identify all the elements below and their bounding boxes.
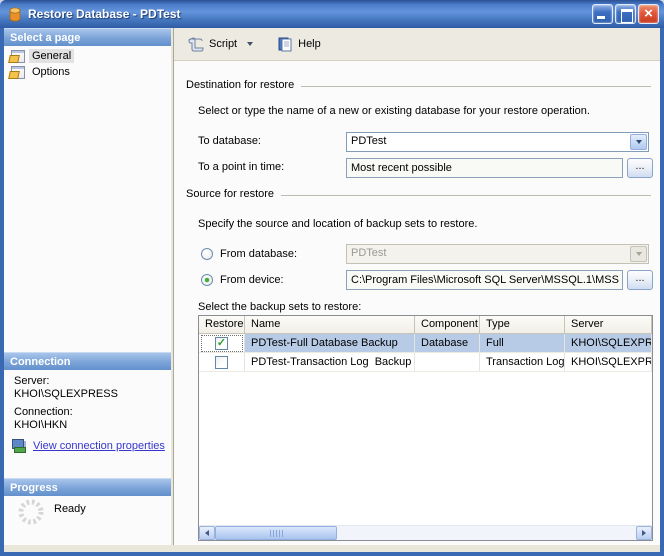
script-button-label: Script <box>209 38 238 50</box>
help-button-label: Help <box>298 38 321 50</box>
connection-label: Connection: <box>14 406 73 418</box>
from-device-browse-button[interactable]: ... <box>627 270 653 290</box>
restore-database-window: Restore Database - PDTest × Select a pag… <box>0 0 664 556</box>
progress-spinner-icon <box>18 499 44 525</box>
from-device-label: From device: <box>220 274 284 286</box>
sidebar-item-general[interactable]: General <box>7 48 75 64</box>
table-header-row: Restore Name Component Type Server <box>199 316 652 334</box>
connection-title: Connection <box>10 356 71 368</box>
server-value: KHOI\SQLEXPRESS <box>14 388 118 400</box>
from-database-radio[interactable] <box>201 248 213 260</box>
backup-sets-label: Select the backup sets to restore: <box>198 301 362 313</box>
sidebar: Select a page General Options Connection… <box>4 28 171 545</box>
point-in-time-browse-button[interactable]: ... <box>627 158 653 178</box>
table-row[interactable]: PDTest-Transaction Log Backup Transactio… <box>199 353 652 372</box>
script-button[interactable]: Script <box>182 32 242 56</box>
group-rule <box>281 194 651 196</box>
restore-cell: ✓ <box>199 334 245 352</box>
network-computers-icon <box>12 439 28 453</box>
arrow-right-icon <box>642 530 646 536</box>
column-header-name[interactable]: Name <box>245 316 415 333</box>
combo-dropdown-button[interactable] <box>630 134 647 150</box>
restore-checkbox-unchecked[interactable] <box>215 355 228 369</box>
destination-group-caption: Destination for restore <box>186 79 651 91</box>
to-database-value: PDTest <box>351 135 387 147</box>
sidebar-item-label: General <box>29 49 75 63</box>
name-cell: PDTest-Full Database Backup <box>245 334 415 352</box>
component-cell <box>415 353 480 371</box>
sidebar-item-options[interactable]: Options <box>7 64 73 80</box>
server-cell: KHOI\SQLEXPRESS <box>565 353 652 371</box>
type-cell: Full <box>480 334 565 352</box>
progress-status: Ready <box>54 503 86 515</box>
source-group-caption: Source for restore <box>186 188 651 200</box>
select-a-page-header: Select a page <box>4 28 171 46</box>
minimize-button[interactable] <box>592 4 613 24</box>
scroll-left-button[interactable] <box>199 526 215 540</box>
component-cell: Database <box>415 334 480 352</box>
main-panel: Script Help Destination for restore Sele… <box>173 28 660 545</box>
titlebar: Restore Database - PDTest × <box>0 0 664 28</box>
connection-value: KHOI\HKN <box>14 419 68 431</box>
column-header-restore[interactable]: Restore <box>199 316 245 333</box>
script-dropdown-button[interactable] <box>242 32 258 56</box>
from-database-combobox: PDTest <box>346 244 649 264</box>
chevron-down-icon <box>247 42 254 46</box>
from-database-label: From database: <box>220 248 298 260</box>
restore-checkbox-checked[interactable]: ✓ <box>215 336 228 350</box>
horizontal-scrollbar[interactable] <box>199 525 652 540</box>
server-cell: KHOI\SQLEXPRESS <box>565 334 652 352</box>
arrow-left-icon <box>205 530 209 536</box>
page-icon <box>9 49 25 63</box>
connection-header: Connection <box>4 352 171 370</box>
column-header-type[interactable]: Type <box>480 316 565 333</box>
chevron-down-icon <box>635 252 642 256</box>
from-device-radio[interactable] <box>201 274 213 286</box>
to-database-combobox[interactable]: PDTest <box>346 132 649 152</box>
database-icon <box>9 7 21 21</box>
scrollbar-track[interactable] <box>215 526 636 540</box>
destination-group-label: Destination for restore <box>186 79 295 91</box>
scrollbar-thumb[interactable] <box>215 526 337 540</box>
name-cell: PDTest-Transaction Log Backup <box>245 353 415 371</box>
select-a-page-title: Select a page <box>10 32 81 44</box>
type-cell: Transaction Log <box>480 353 565 371</box>
destination-description: Select or type the name of a new or exis… <box>198 105 590 117</box>
table-row[interactable]: ✓ PDTest-Full Database Backup Database F… <box>199 334 652 353</box>
point-in-time-label: To a point in time: <box>198 161 285 173</box>
toolbar: Script Help <box>174 28 660 61</box>
progress-header: Progress <box>4 478 171 496</box>
dialog-body: Select a page General Options Connection… <box>4 28 660 552</box>
scroll-right-button[interactable] <box>636 526 652 540</box>
column-header-component[interactable]: Component <box>415 316 480 333</box>
restore-cell <box>199 353 245 371</box>
page-icon <box>9 65 25 79</box>
view-connection-properties: View connection properties <box>12 439 165 453</box>
from-device-input[interactable]: C:\Program Files\Microsoft SQL Server\MS… <box>346 270 623 290</box>
thumb-grip-icon <box>269 529 283 537</box>
help-button[interactable]: Help <box>272 32 326 56</box>
view-connection-properties-link[interactable]: View connection properties <box>33 440 165 452</box>
from-database-value: PDTest <box>351 247 387 259</box>
progress-title: Progress <box>10 482 58 494</box>
column-header-server[interactable]: Server <box>565 316 652 333</box>
script-icon <box>188 37 204 52</box>
combo-dropdown-button <box>630 246 647 262</box>
focus-rectangle: ✓ <box>200 334 243 352</box>
maximize-button[interactable] <box>615 4 636 24</box>
source-group-label: Source for restore <box>186 188 275 200</box>
close-button[interactable]: × <box>638 4 659 24</box>
source-description: Specify the source and location of backu… <box>198 218 478 230</box>
group-rule <box>301 85 651 87</box>
point-in-time-input[interactable]: Most recent possible <box>346 158 623 178</box>
server-label: Server: <box>14 375 50 387</box>
window-title: Restore Database - PDTest <box>28 7 181 21</box>
backup-sets-table: Restore Name Component Type Server ✓ PDT… <box>198 315 653 541</box>
chevron-down-icon <box>635 140 642 144</box>
to-database-label: To database: <box>198 135 261 147</box>
help-icon <box>278 37 292 52</box>
sidebar-item-label: Options <box>32 66 70 78</box>
